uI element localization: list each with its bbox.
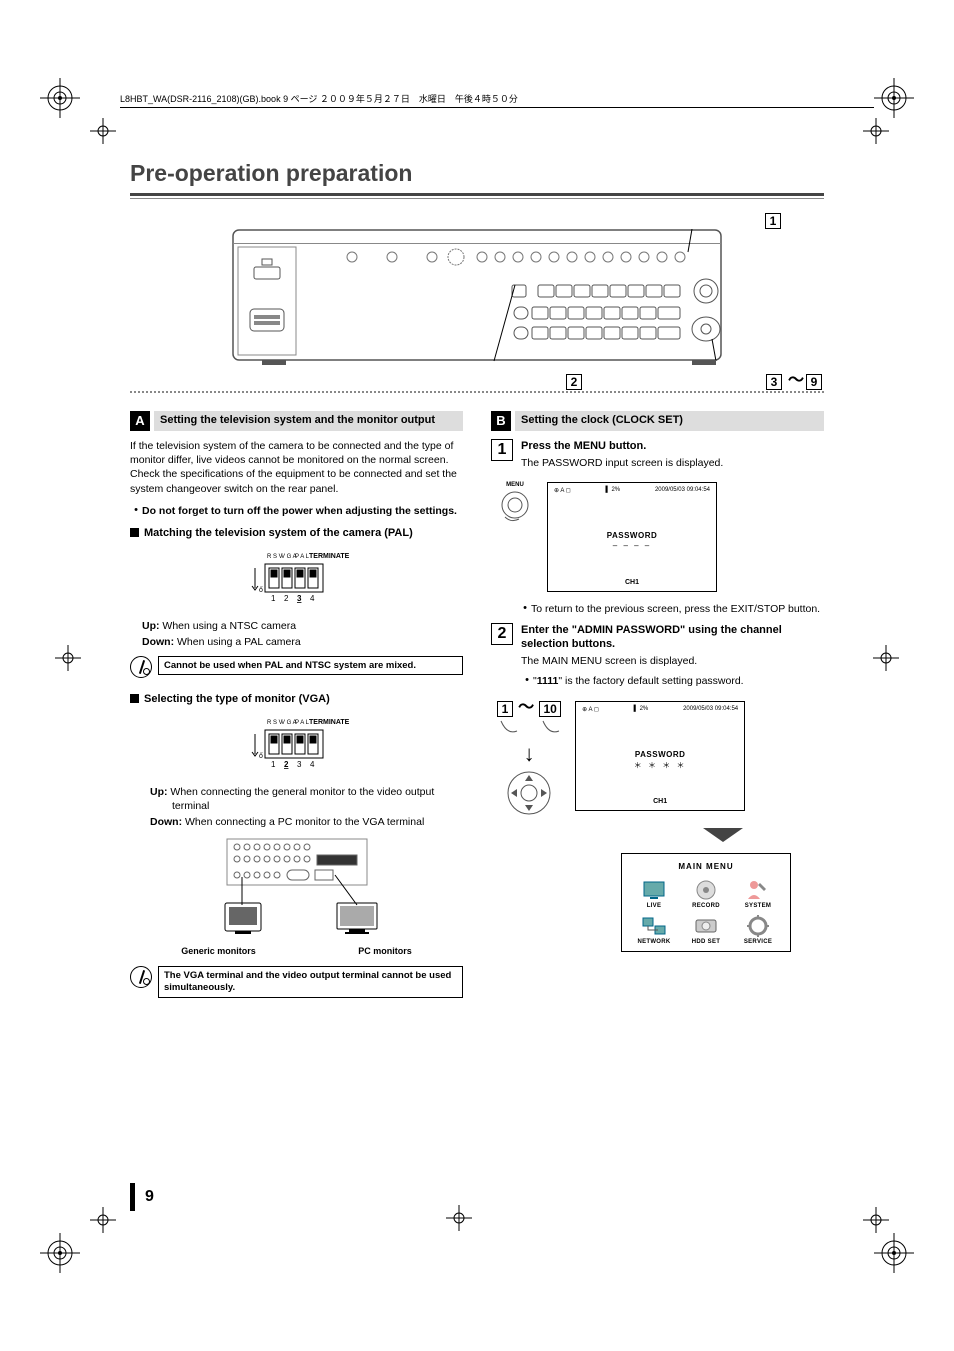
- callout-1: 1: [765, 213, 781, 229]
- tilde-icon: 〜: [788, 374, 804, 388]
- step-2-text: The MAIN MENU screen is displayed.: [521, 654, 824, 668]
- svg-text:1: 1: [271, 760, 276, 769]
- svg-text:4: 4: [310, 760, 315, 769]
- caution-icon: [130, 656, 152, 678]
- password-screen-2: ⊕ A ◻▌ 2%2009/05/03 09:04:54 PASSWORD ＊ …: [575, 701, 745, 811]
- record-icon: [693, 879, 719, 901]
- svg-text:TERMINATE: TERMINATE: [309, 553, 350, 560]
- svg-text:ő: ő: [259, 587, 263, 594]
- square-bullet-icon: [130, 528, 139, 537]
- crosshair-mark: [863, 118, 889, 144]
- section-a-intro: If the television system of the camera t…: [130, 439, 463, 496]
- step-2-number: 2: [491, 623, 513, 645]
- section-letter-b: B: [491, 411, 511, 431]
- menu-knob-icon: MENU: [497, 482, 533, 528]
- svg-text:ő: ő: [259, 753, 263, 760]
- section-letter-a: A: [130, 411, 150, 431]
- note-a2: The VGA terminal and the video output te…: [158, 966, 463, 998]
- page-title: Pre-operation preparation: [130, 160, 824, 187]
- svg-text:3: 3: [297, 760, 302, 769]
- callout-2: 2: [566, 374, 582, 390]
- monitor-figure: [130, 837, 463, 940]
- registration-mark: [40, 78, 80, 118]
- svg-text:P A L: P A L: [295, 720, 310, 726]
- section-title-a: Setting the television system and the mo…: [154, 411, 463, 431]
- svg-text:2: 2: [284, 760, 289, 769]
- svg-text:TERMINATE: TERMINATE: [309, 719, 350, 726]
- arrow-down-icon: ↓: [497, 741, 561, 767]
- print-header: L8HBT_WA(DSR-2116_2108)(GB).book 9 ページ ２…: [120, 92, 874, 108]
- device-illustration: 1 2 3 〜 9: [130, 229, 824, 377]
- title-rule: [130, 193, 824, 199]
- dpad-icon: [497, 771, 561, 818]
- registration-mark: [40, 1233, 80, 1273]
- label-pc-monitors: PC monitors: [358, 946, 412, 956]
- crosshair-mark: [873, 645, 899, 671]
- crosshair-mark: [55, 645, 81, 671]
- callout-9: 9: [806, 374, 822, 390]
- svg-text:2: 2: [284, 594, 289, 603]
- subhead-a2: Selecting the type of monitor (VGA): [144, 692, 330, 706]
- caution-icon: [130, 966, 152, 988]
- main-menu-screen: MAIN MENU LIVE RECORD SYSTEM NETWORK HDD…: [621, 853, 791, 952]
- bullet-b1: To return to the previous screen, press …: [531, 602, 820, 616]
- label-generic-monitors: Generic monitors: [181, 946, 256, 956]
- step-1-title: Press the MENU button.: [521, 439, 824, 453]
- service-icon: [745, 915, 771, 937]
- step-1-text: The PASSWORD input screen is displayed.: [521, 456, 824, 470]
- dip-switch-figure-2: R S VV G AP A L TERMINATE ő 1234: [130, 712, 463, 775]
- square-bullet-icon: [130, 694, 139, 703]
- crosshair-mark: [863, 1207, 889, 1233]
- registration-mark: [874, 1233, 914, 1273]
- triangle-down-icon: [491, 828, 824, 845]
- svg-text:1: 1: [271, 594, 276, 603]
- network-icon: [641, 915, 667, 937]
- section-title-b: Setting the clock (CLOCK SET): [515, 411, 824, 431]
- channel-range-figure: 1 〜 10: [497, 701, 561, 737]
- subhead-a1: Matching the television system of the ca…: [144, 526, 413, 540]
- callout-3: 3: [766, 374, 782, 390]
- live-icon: [641, 879, 667, 901]
- svg-text:P A L: P A L: [295, 554, 310, 560]
- column-left: A Setting the television system and the …: [130, 411, 463, 1012]
- dip-switch-figure-1: R S V V G A P A L TERMINATE ő 1234: [130, 546, 463, 609]
- crosshair-mark: [90, 1207, 116, 1233]
- page-number: 9: [130, 1183, 154, 1211]
- registration-mark: [874, 78, 914, 118]
- svg-text:3: 3: [297, 594, 302, 603]
- crosshair-mark: [90, 118, 116, 144]
- note-a1: Cannot be used when PAL and NTSC system …: [158, 656, 463, 676]
- bullet-a1: Do not forget to turn off the power when…: [142, 505, 457, 517]
- step-1-number: 1: [491, 439, 513, 461]
- step-2-title: Enter the "ADMIN PASSWORD" using the cha…: [521, 623, 824, 652]
- dotted-separator: [130, 391, 824, 393]
- hdd-icon: [693, 915, 719, 937]
- system-icon: [745, 879, 771, 901]
- svg-text:4: 4: [310, 594, 315, 603]
- column-right: B Setting the clock (CLOCK SET) 1 Press …: [491, 411, 824, 1012]
- password-screen-1: ⊕ A ◻▌ 2%2009/05/03 09:04:54 PASSWORD – …: [547, 482, 717, 592]
